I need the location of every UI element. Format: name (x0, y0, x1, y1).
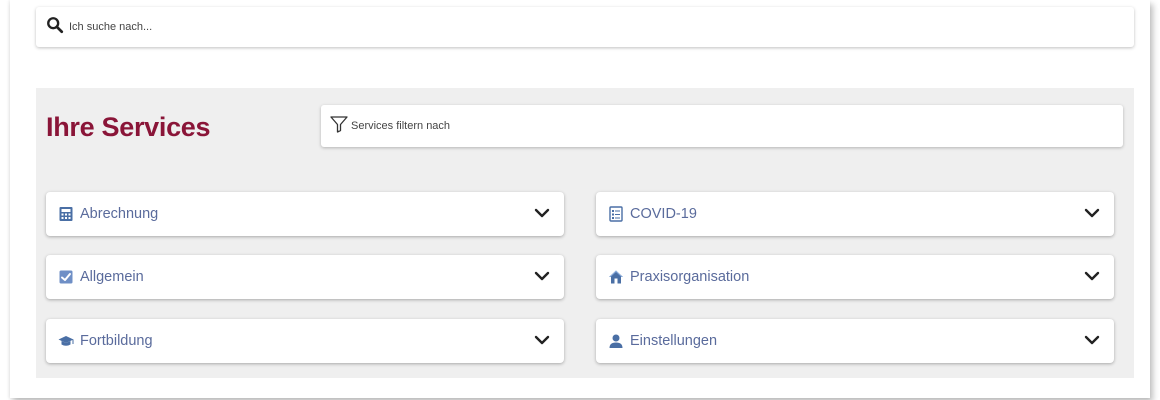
chevron-down-icon[interactable] (1084, 334, 1100, 346)
chevron-down-icon[interactable] (534, 334, 550, 346)
service-card-label: COVID-19 (630, 206, 697, 222)
clipboard-list-icon (608, 206, 624, 222)
service-card-allgemein[interactable]: Allgemein (46, 255, 564, 299)
service-card-label: Einstellungen (630, 333, 718, 349)
search-icon (46, 16, 64, 39)
search-input[interactable]: Ich suche nach... (36, 7, 1134, 47)
checkbox-icon (58, 269, 74, 285)
chevron-down-icon[interactable] (1084, 270, 1100, 282)
service-card-praxisorganisation[interactable]: Praxisorganisation (596, 255, 1114, 299)
chevron-down-icon[interactable] (534, 270, 550, 282)
service-card-einstellungen[interactable]: Einstellungen (596, 319, 1114, 363)
search-placeholder: Ich suche nach... (69, 21, 153, 33)
user-icon (608, 333, 624, 349)
graduation-cap-icon (58, 333, 74, 349)
chevron-down-icon[interactable] (534, 207, 550, 219)
filter-placeholder: Services filtern nach (351, 120, 451, 132)
service-card-fortbildung[interactable]: Fortbildung (46, 319, 564, 363)
service-card-label: Praxisorganisation (630, 269, 750, 285)
services-title: Ihre Services (46, 112, 211, 142)
service-card-label: Allgemein (80, 269, 144, 285)
service-card-covid-19[interactable]: COVID-19 (596, 192, 1114, 236)
filter-icon (329, 114, 349, 139)
service-card-label: Abrechnung (80, 206, 159, 222)
service-card-abrechnung[interactable]: Abrechnung (46, 192, 564, 236)
app-frame: Ich suche nach... Ihre Services Services… (10, 0, 1150, 398)
calculator-icon (58, 206, 74, 222)
home-icon (608, 269, 624, 285)
services-panel: Ihre Services Services filtern nach Abre… (36, 88, 1134, 378)
chevron-down-icon[interactable] (1084, 207, 1100, 219)
service-card-label: Fortbildung (80, 333, 153, 349)
services-filter-input[interactable]: Services filtern nach (321, 105, 1123, 147)
